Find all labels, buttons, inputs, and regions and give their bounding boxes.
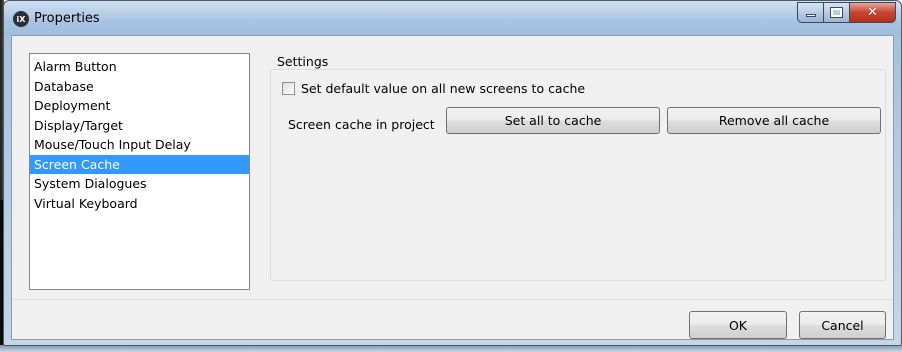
category-item[interactable]: Alarm Button [30,57,249,77]
default-cache-checkbox-label[interactable]: Set default value on all new screens to … [301,81,585,96]
minimize-icon [805,14,816,17]
close-icon: ✕ [867,5,878,20]
window-title: Properties [34,11,100,26]
settings-group [270,69,886,281]
maximize-button[interactable] [824,2,850,23]
default-cache-checkbox[interactable] [282,82,295,95]
app-icon[interactable]: iX [13,11,29,27]
category-item[interactable]: Virtual Keyboard [30,194,249,214]
category-item[interactable]: Display/Target [30,116,249,136]
desktop-bottom-edge [0,345,902,352]
footer-divider [12,299,893,300]
settings-group-label: Settings [277,54,329,69]
dialog-client-area: Alarm Button Database Deployment Display/Ta… [11,35,894,340]
default-cache-option[interactable]: Set default value on all new screens to … [282,81,585,96]
category-item[interactable]: Deployment [30,96,249,116]
set-all-to-cache-button[interactable]: Set all to cache [446,107,660,134]
close-button[interactable]: ✕ [850,2,896,23]
category-item[interactable]: System Dialogues [30,174,249,194]
maximize-icon [830,7,843,18]
ok-button[interactable]: OK [689,311,787,339]
window-controls: ✕ [797,2,896,23]
category-item[interactable]: Screen Cache [30,154,249,174]
category-item[interactable]: Mouse/Touch Input Delay [30,135,249,155]
category-list[interactable]: Alarm Button Database Deployment Display/Ta… [29,53,250,290]
cancel-button[interactable]: Cancel [799,311,886,339]
remove-all-cache-button[interactable]: Remove all cache [667,107,881,134]
category-list-items: Alarm Button Database Deployment Display/Ta… [30,54,249,213]
screen-cache-label: Screen cache in project [288,117,435,132]
category-item[interactable]: Database [30,77,249,97]
title-bar[interactable]: iX Properties ✕ [4,1,901,35]
minimize-button[interactable] [797,2,824,23]
properties-window: iX Properties ✕ Alarm Button Database Depl… [3,0,902,346]
